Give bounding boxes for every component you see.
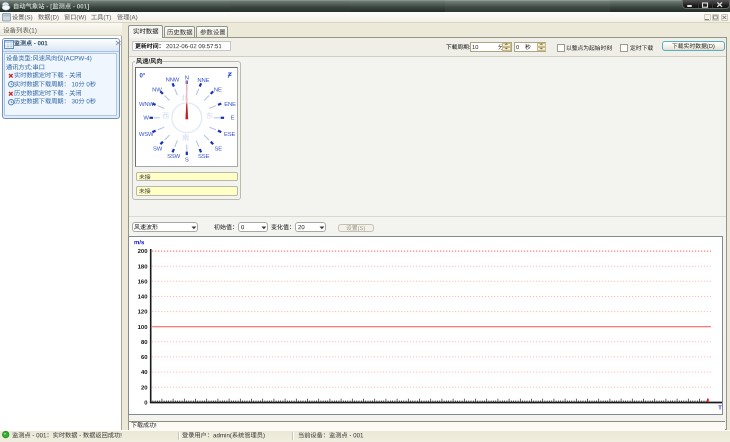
svg-text:160: 160 bbox=[138, 279, 149, 285]
svg-text:20: 20 bbox=[141, 385, 148, 391]
svg-text:W: W bbox=[143, 115, 149, 121]
svg-text:NNW: NNW bbox=[165, 77, 179, 83]
svg-text:T: T bbox=[718, 405, 722, 411]
svg-text:0°: 0° bbox=[139, 72, 145, 79]
svg-text:200: 200 bbox=[138, 249, 149, 255]
svg-text:E: E bbox=[230, 115, 234, 121]
svg-text:SSE: SSE bbox=[198, 154, 210, 160]
svg-text:0: 0 bbox=[144, 400, 148, 406]
svg-text:NNE: NNE bbox=[197, 77, 209, 83]
svg-text:NW: NW bbox=[152, 87, 162, 93]
svg-text:SE: SE bbox=[214, 146, 222, 152]
svg-text:SW: SW bbox=[153, 146, 163, 152]
svg-text:100: 100 bbox=[138, 324, 149, 330]
svg-text:ENE: ENE bbox=[224, 101, 236, 107]
svg-text:WSW: WSW bbox=[138, 132, 153, 138]
svg-text:80: 80 bbox=[141, 339, 148, 345]
svg-text:N: N bbox=[184, 75, 188, 81]
svg-text:180: 180 bbox=[138, 264, 149, 270]
svg-text:NE: NE bbox=[213, 87, 221, 93]
svg-text:SSW: SSW bbox=[167, 154, 181, 160]
svg-text:120: 120 bbox=[138, 309, 149, 315]
svg-text:40: 40 bbox=[141, 370, 148, 376]
svg-text:S: S bbox=[184, 157, 188, 163]
svg-text:140: 140 bbox=[138, 294, 149, 300]
svg-text:WNW: WNW bbox=[138, 101, 153, 107]
svg-text:ESE: ESE bbox=[223, 132, 235, 138]
svg-text:60: 60 bbox=[141, 355, 148, 361]
